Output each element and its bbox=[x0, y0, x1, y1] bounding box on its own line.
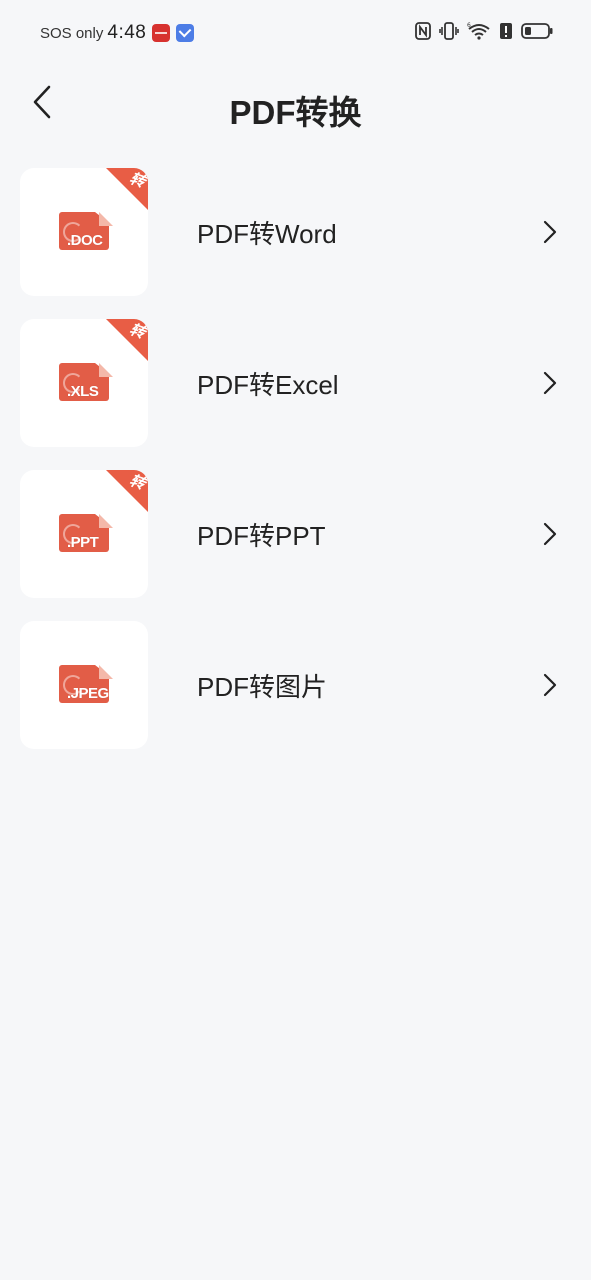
header: PDF转换 bbox=[0, 70, 591, 146]
signal-alert-icon bbox=[499, 22, 513, 45]
list-item-label: PDF转图片 bbox=[197, 672, 328, 702]
status-bar: SOS only 4:48 6 bbox=[0, 0, 591, 66]
list-item-pdf-to-ppt[interactable]: 转 .PPT PDF转PPT bbox=[0, 470, 591, 599]
battery-icon bbox=[521, 22, 553, 45]
vibrate-icon bbox=[439, 21, 459, 45]
file-thumbnail: 转 .XLS bbox=[20, 319, 148, 447]
file-thumbnail: .JPEG bbox=[20, 621, 148, 749]
file-extension: .XLS bbox=[67, 383, 99, 400]
chevron-right-icon bbox=[543, 673, 557, 697]
file-extension: .JPEG bbox=[67, 685, 109, 702]
doc-file-icon: .DOC bbox=[59, 212, 113, 250]
list-item-label: PDF转PPT bbox=[197, 521, 326, 551]
list-item-label: PDF转Word bbox=[197, 219, 337, 249]
jpeg-file-icon: .JPEG bbox=[59, 665, 113, 703]
carrier-status: SOS only bbox=[40, 24, 104, 42]
app-notification-icon bbox=[176, 24, 195, 42]
ppt-file-icon: .PPT bbox=[59, 514, 113, 552]
clock: 4:48 bbox=[107, 22, 147, 43]
file-thumbnail: 转 .PPT bbox=[20, 470, 148, 598]
svg-text:6: 6 bbox=[467, 22, 471, 29]
list-item-pdf-to-image[interactable]: .JPEG PDF转图片 bbox=[0, 621, 591, 750]
list-item-pdf-to-word[interactable]: 转 .DOC PDF转Word bbox=[0, 168, 591, 297]
nfc-icon bbox=[415, 21, 431, 45]
list-item-label: PDF转Excel bbox=[197, 370, 339, 400]
xls-file-icon: .XLS bbox=[59, 363, 113, 401]
chevron-right-icon bbox=[543, 220, 557, 244]
conversion-list: 转 .DOC PDF转Word 转 .XLS PDF转Excel 转 .PPT … bbox=[0, 168, 591, 772]
file-extension: .PPT bbox=[67, 534, 99, 551]
page-title: PDF转换 bbox=[229, 94, 362, 131]
file-extension: .DOC bbox=[67, 232, 103, 249]
list-item-pdf-to-excel[interactable]: 转 .XLS PDF转Excel bbox=[0, 319, 591, 448]
wifi-icon: 6 bbox=[467, 22, 491, 45]
chevron-right-icon bbox=[543, 371, 557, 395]
chevron-right-icon bbox=[543, 522, 557, 546]
file-thumbnail: 转 .DOC bbox=[20, 168, 148, 296]
app-notification-icon bbox=[152, 24, 171, 42]
